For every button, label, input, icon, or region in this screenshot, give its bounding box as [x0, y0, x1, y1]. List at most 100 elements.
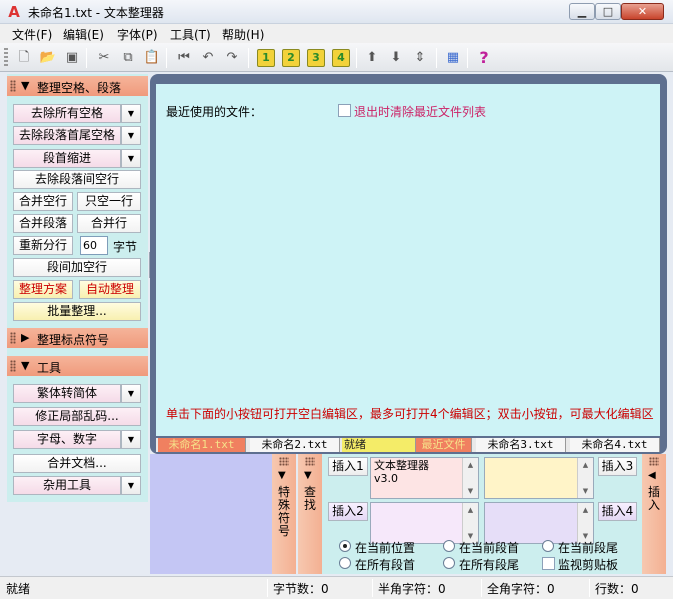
move-down-icon[interactable]: ⬇ — [386, 48, 406, 68]
batch-arrange-button[interactable]: 批量整理... — [13, 302, 141, 321]
menu-edit[interactable]: 编辑(E) — [63, 26, 104, 43]
trad-to-simp-button[interactable]: 繁体转简体 — [13, 384, 121, 403]
insert1-button[interactable]: 插入1 — [328, 457, 368, 476]
tab-untitled4[interactable]: 未命名4.txt — [570, 438, 660, 452]
toolbar-grip[interactable] — [4, 48, 8, 68]
rewrap-button[interactable]: 重新分行 — [13, 236, 73, 255]
scroll-down-icon[interactable]: ▼ — [578, 484, 593, 498]
clear-on-exit-label[interactable]: 退出时清除最近文件列表 — [354, 103, 486, 120]
find-panel[interactable]: ▼ 查找 — [298, 454, 322, 574]
radio-all-end[interactable] — [443, 557, 455, 569]
insert2-button[interactable]: 插入2 — [328, 502, 368, 521]
clipboard-monitor-checkbox[interactable] — [542, 557, 555, 570]
title-bar: A 未命名1.txt - 文本整理器 ▁ □ ✕ — [0, 0, 673, 24]
insert-side-panel[interactable]: ◀ 插入 — [642, 454, 666, 574]
chevron-down-icon[interactable]: ▼ — [121, 430, 141, 449]
menu-help[interactable]: 帮助(H) — [222, 26, 264, 43]
scroll-down-icon[interactable]: ▼ — [463, 484, 478, 498]
move-updown-icon[interactable]: ⇕ — [410, 48, 430, 68]
merge-blank-button[interactable]: 合并空行 — [13, 192, 73, 211]
section-header-spaces[interactable]: ▼ 整理空格、段落 — [7, 76, 148, 96]
editor-area[interactable]: 最近使用的文件： 退出时清除最近文件列表 单击下面的小按钮可打开空白编辑区，最多… — [156, 84, 660, 436]
fix-garbled-button[interactable]: 修正局部乱码... — [13, 407, 141, 426]
undo-icon[interactable]: ↶ — [198, 48, 218, 68]
minimize-button[interactable]: ▁ — [569, 3, 595, 20]
scrollbar[interactable]: ▲ ▼ — [462, 458, 478, 498]
scroll-up-icon[interactable]: ▲ — [578, 503, 593, 517]
auto-arrange-button[interactable]: 自动整理 — [79, 280, 141, 299]
menu-font[interactable]: 字体(P) — [117, 26, 158, 43]
radio-para-end[interactable] — [542, 540, 554, 552]
insert1-text-line: 文本整理器 — [374, 459, 429, 472]
misc-tools-button[interactable]: 杂用工具 — [13, 476, 121, 495]
move-up-icon[interactable]: ⬆ — [362, 48, 382, 68]
palette-icon[interactable]: ▦ — [443, 48, 463, 68]
scroll-up-icon[interactable]: ▲ — [463, 503, 478, 517]
insert2-text[interactable]: ▲ ▼ — [370, 502, 479, 544]
opt-para-start-label[interactable]: 在当前段首 — [459, 539, 519, 556]
radio-all-start[interactable] — [339, 557, 351, 569]
menu-file[interactable]: 文件(F) — [12, 26, 52, 43]
copy-icon[interactable]: ⧉ — [118, 48, 138, 68]
remove-all-spaces-button[interactable]: 去除所有空格 — [13, 104, 121, 123]
remove-edge-spaces-button[interactable]: 去除段落首尾空格 — [13, 126, 121, 145]
tab-untitled1[interactable]: 未命名1.txt — [158, 438, 246, 452]
paste-icon[interactable]: 📋 — [142, 48, 162, 68]
tab-untitled3[interactable]: 未命名3.txt — [476, 438, 566, 452]
scrollbar[interactable]: ▲ ▼ — [577, 503, 593, 543]
only-one-blank-button[interactable]: 只空一行 — [77, 192, 141, 211]
tab-recent-files[interactable]: 最近文件 — [416, 438, 472, 452]
save-icon[interactable]: ▣ — [62, 48, 82, 68]
section-header-tools[interactable]: ▼ 工具 — [7, 356, 148, 376]
scrollbar[interactable]: ▲ ▼ — [577, 458, 593, 498]
chevron-down-icon[interactable]: ▼ — [121, 126, 141, 145]
tab3-icon[interactable]: 3 — [307, 49, 325, 67]
special-symbols-panel[interactable]: ▼ 特殊符号 — [272, 454, 296, 574]
opt-clipboard-label[interactable]: 监视剪贴板 — [558, 556, 618, 573]
opt-cursor-label[interactable]: 在当前位置 — [355, 539, 415, 556]
open-file-icon[interactable]: 📂 — [38, 48, 58, 68]
indent-button[interactable]: 段首缩进 — [13, 149, 121, 168]
scroll-up-icon[interactable]: ▲ — [463, 458, 478, 472]
merge-docs-button[interactable]: 合并文档... — [13, 454, 141, 473]
help-icon[interactable]: ? — [474, 48, 494, 68]
close-button[interactable]: ✕ — [621, 3, 664, 20]
merge-paragraph-button[interactable]: 合并段落 — [13, 214, 73, 233]
scheme-button[interactable]: 整理方案 — [13, 280, 73, 299]
opt-all-end-label[interactable]: 在所有段尾 — [459, 556, 519, 573]
insert4-text[interactable]: ▲ ▼ — [484, 502, 594, 544]
cut-icon[interactable]: ✂ — [94, 48, 114, 68]
opt-para-end-label[interactable]: 在当前段尾 — [558, 539, 618, 556]
tab4-icon[interactable]: 4 — [332, 49, 350, 67]
letters-digits-button[interactable]: 字母、数字 — [13, 430, 121, 449]
chevron-down-icon[interactable]: ▼ — [121, 384, 141, 403]
add-blank-between-button[interactable]: 段间加空行 — [13, 258, 141, 277]
chevron-down-icon[interactable]: ▼ — [121, 149, 141, 168]
scrollbar[interactable]: ▲ ▼ — [462, 503, 478, 543]
tab2-icon[interactable]: 2 — [282, 49, 300, 67]
clear-on-exit-checkbox[interactable] — [338, 104, 351, 117]
scroll-up-icon[interactable]: ▲ — [578, 458, 593, 472]
maximize-button[interactable]: □ — [595, 3, 621, 20]
insert1-text[interactable]: 文本整理器 v3.0 ▲ ▼ — [370, 457, 479, 499]
new-file-icon[interactable]: 🗋 — [14, 48, 34, 68]
opt-all-start-label[interactable]: 在所有段首 — [355, 556, 415, 573]
insert4-button[interactable]: 插入4 — [598, 502, 637, 521]
insert3-button[interactable]: 插入3 — [598, 457, 637, 476]
menu-tools[interactable]: 工具(T) — [170, 26, 211, 43]
chevron-down-icon[interactable]: ▼ — [121, 476, 141, 495]
toolbar-separator — [86, 48, 87, 68]
section-header-punctuation[interactable]: ▶ 整理标点符号 — [7, 328, 148, 348]
chevron-down-icon[interactable]: ▼ — [121, 104, 141, 123]
rewrap-width-input[interactable]: 60 — [80, 236, 108, 255]
remove-blank-lines-button[interactable]: 去除段落间空行 — [13, 170, 141, 189]
radio-para-start[interactable] — [443, 540, 455, 552]
first-icon[interactable]: ⏮ — [174, 48, 194, 68]
collapse-icon: ◀ — [648, 470, 656, 481]
insert3-text[interactable]: ▲ ▼ — [484, 457, 594, 499]
tab1-icon[interactable]: 1 — [257, 49, 275, 67]
tab-untitled2[interactable]: 未命名2.txt — [250, 438, 340, 452]
redo-icon[interactable]: ↷ — [222, 48, 242, 68]
merge-line-button[interactable]: 合并行 — [77, 214, 141, 233]
radio-cursor[interactable] — [339, 540, 351, 552]
